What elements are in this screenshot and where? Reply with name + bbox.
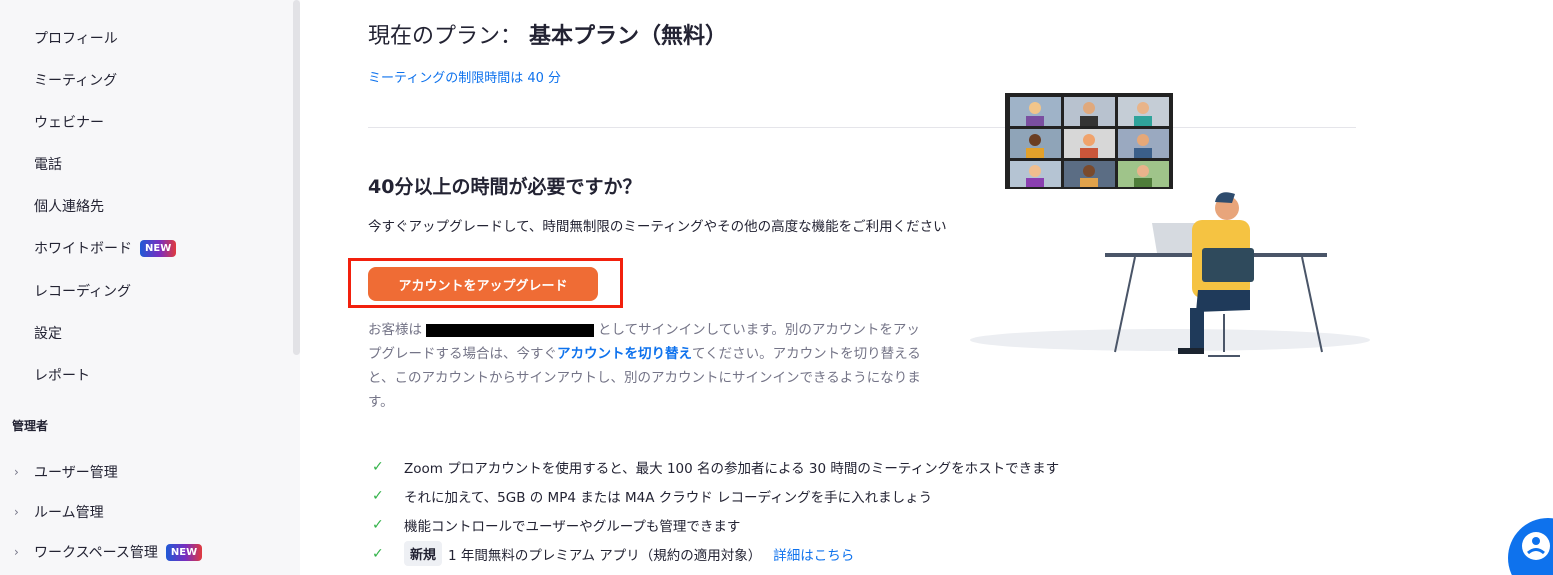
sidebar-item-room-management[interactable]: › ルーム管理	[14, 501, 104, 523]
sidebar-item-label: 電話	[34, 157, 62, 173]
chevron-right-icon: ›	[14, 505, 19, 519]
feature-text: Zoom プロアカウントを使用すると、最大 100 名の参加者による 30 時間…	[404, 460, 1060, 477]
meeting-limit-link[interactable]: ミーティングの制限時間は 40 分	[368, 67, 561, 86]
plan-prefix: 現在のプラン：	[368, 24, 523, 49]
check-icon: ✓	[372, 458, 384, 475]
upgrade-description: 今すぐアップグレードして、時間無制限のミーティングやその他の高度な機能をご利用く…	[368, 219, 947, 235]
sidebar-item-label: ウェビナー	[34, 115, 104, 131]
check-icon: ✓	[372, 487, 384, 504]
sidebar-scrollbar[interactable]	[293, 0, 300, 355]
sidebar-item-label: ルーム管理	[34, 505, 104, 521]
plan-name: 基本プラン（無料）	[529, 24, 728, 49]
sidebar-item-label: レコーディング	[34, 284, 132, 300]
upgrade-account-button[interactable]: アカウントをアップグレード	[368, 267, 598, 301]
signin-prefix: お客様は	[368, 322, 422, 338]
new-badge: NEW	[165, 543, 203, 561]
sidebar-item-webinars[interactable]: ウェビナー	[34, 111, 104, 133]
chat-support-button[interactable]	[1508, 518, 1553, 575]
list-item: ✓ 新規 1 年間無料のプレミアム アプリ（規約の適用対象） 詳細はこちら	[368, 539, 1059, 568]
new-badge: NEW	[140, 239, 177, 257]
feature-text: それに加えて、5GB の MP4 または M4A クラウド レコーディングを手に…	[404, 489, 933, 506]
list-item: ✓ 機能コントロールでユーザーやグループも管理できます	[368, 510, 1059, 539]
sidebar-item-user-management[interactable]: › ユーザー管理	[14, 461, 118, 483]
sidebar-item-label: 個人連絡先	[34, 199, 104, 215]
sidebar-item-settings[interactable]: 設定	[34, 322, 62, 344]
chat-icon	[1522, 532, 1550, 560]
sidebar-item-label: ホワイトボード	[34, 241, 132, 257]
chevron-right-icon: ›	[14, 545, 19, 559]
redacted-email	[426, 323, 594, 337]
admin-section-label: 管理者	[12, 419, 49, 433]
learn-more-link[interactable]: 詳細はこちら	[773, 544, 854, 564]
sidebar-item-label: 設定	[34, 326, 62, 342]
sidebar-item-whiteboard[interactable]: ホワイトボード NEW	[34, 237, 177, 259]
check-icon: ✓	[372, 516, 384, 533]
feature-text: 1 年間無料のプレミアム アプリ（規約の適用対象）	[448, 547, 762, 564]
main-content: 現在のプラン： 基本プラン（無料） ミーティングの制限時間は 40 分 40分以…	[300, 0, 1553, 575]
sidebar-item-label: プロフィール	[34, 31, 118, 47]
feature-list: ✓ Zoom プロアカウントを使用すると、最大 100 名の参加者による 30 …	[368, 452, 1059, 568]
list-item: ✓ Zoom プロアカウントを使用すると、最大 100 名の参加者による 30 …	[368, 452, 1059, 481]
sidebar-item-profile[interactable]: プロフィール	[34, 27, 118, 49]
switch-account-link[interactable]: アカウントを切り替え	[557, 346, 692, 362]
sidebar-item-label: ミーティング	[34, 73, 118, 89]
sidebar-item-phone[interactable]: 電話	[34, 153, 62, 175]
sidebar-item-meetings[interactable]: ミーティング	[34, 69, 117, 91]
signin-info-text: お客様は としてサインインしています。別のアカウントをアップグレードする場合は、今…	[368, 318, 928, 414]
page-title: 現在のプラン： 基本プラン（無料）	[368, 18, 727, 50]
sidebar-item-workspace-management[interactable]: › ワークスペース管理 NEW	[14, 541, 203, 563]
upgrade-illustration	[970, 93, 1370, 357]
check-icon: ✓	[372, 545, 384, 562]
sidebar-item-label: ワークスペース管理	[34, 545, 158, 561]
list-item: ✓ それに加えて、5GB の MP4 または M4A クラウド レコーディングを…	[368, 481, 1059, 510]
sidebar-item-label: ユーザー管理	[34, 465, 118, 481]
need-more-time-heading: 40分以上の時間が必要ですか？	[368, 176, 642, 198]
sidebar-item-label: レポート	[34, 368, 90, 384]
feature-text: 機能コントロールでユーザーやグループも管理できます	[404, 518, 741, 535]
sidebar-item-contacts[interactable]: 個人連絡先	[34, 195, 104, 217]
chevron-right-icon: ›	[14, 465, 19, 479]
sidebar-item-recordings[interactable]: レコーディング	[34, 280, 131, 302]
sidebar: プロフィール ミーティング ウェビナー 電話 個人連絡先 ホワイトボード NEW…	[0, 0, 300, 575]
sidebar-item-reports[interactable]: レポート	[34, 364, 90, 386]
new-tag: 新規	[404, 541, 443, 566]
